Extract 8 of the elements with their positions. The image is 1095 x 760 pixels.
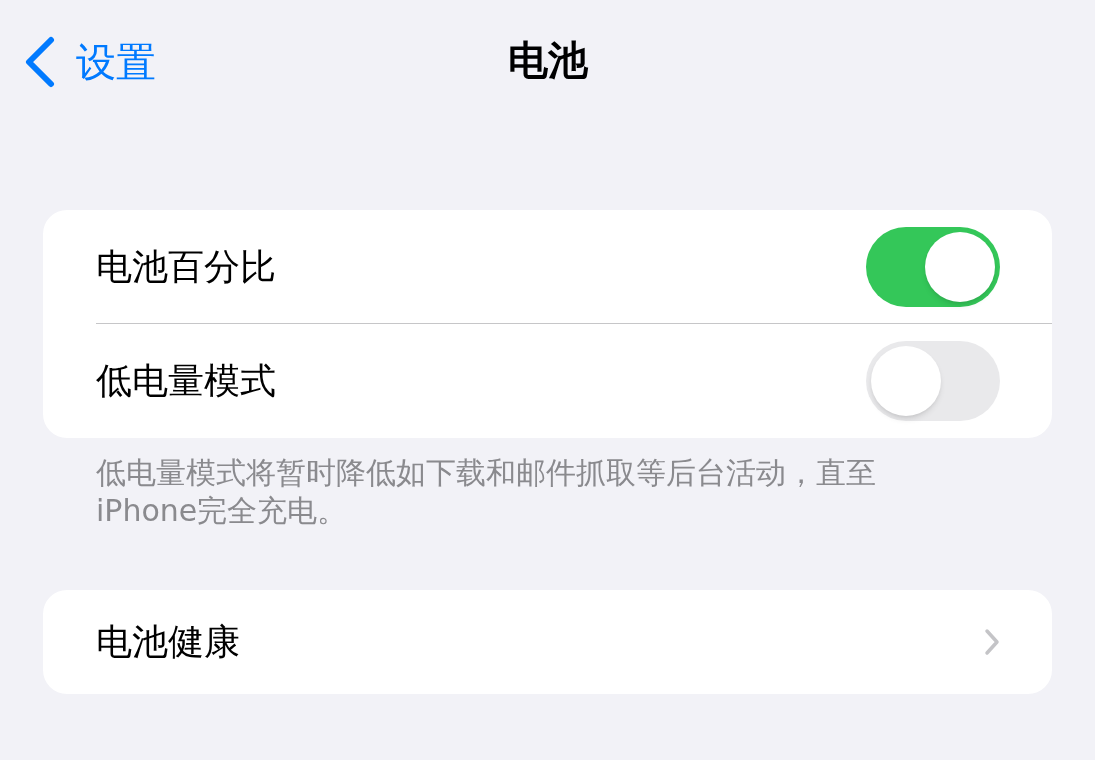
row-label: 电池百分比 [96, 244, 277, 289]
footer-note: 低电量模式将暂时降低如下载和邮件抓取等后台活动，直至iPhone完全充电。 [96, 454, 877, 530]
back-button[interactable]: 设置 [24, 32, 156, 92]
chevron-left-icon [24, 36, 56, 88]
row-label: 低电量模式 [96, 359, 277, 403]
chevron-right-icon [984, 628, 1000, 656]
row-label: 电池健康 [96, 620, 241, 664]
page-title: 电池 [507, 36, 588, 85]
